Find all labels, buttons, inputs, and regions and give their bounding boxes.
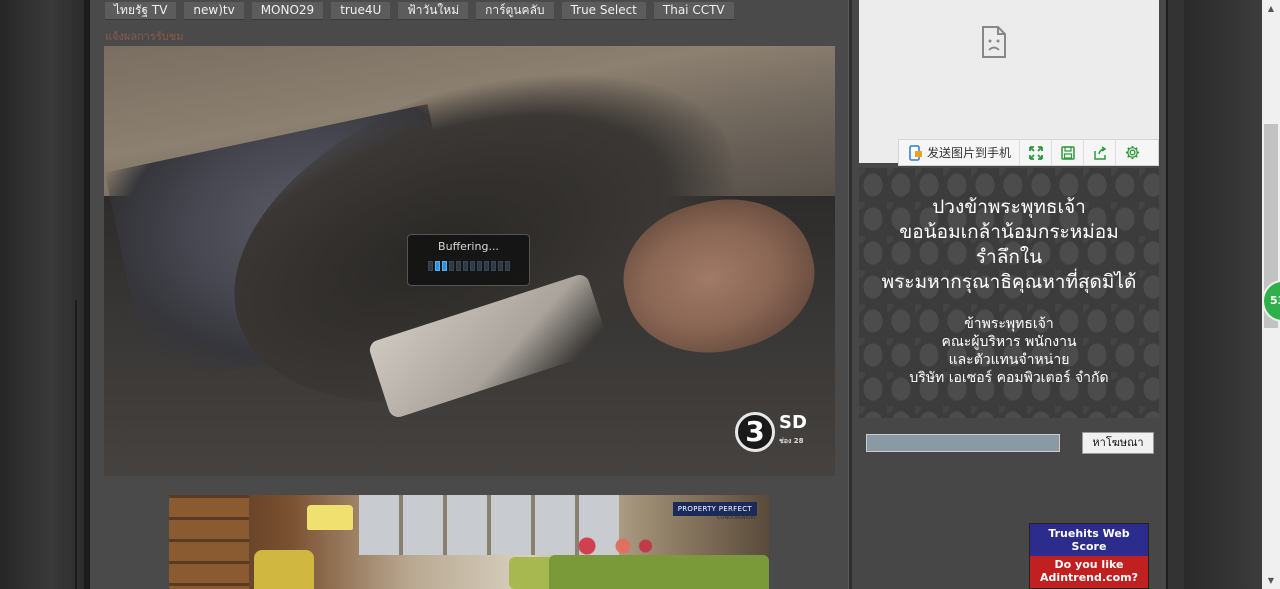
- left-divider: [75, 300, 77, 589]
- fullscreen-button[interactable]: [1020, 140, 1053, 165]
- save-icon: [1060, 145, 1075, 160]
- condolence-line: ปวงข้าพระพุทธเจ้า: [932, 196, 1086, 218]
- channel-tabs: ไทยรัฐ TV new)tv MONO29 true4U ฟ้าวันใหม…: [105, 2, 734, 20]
- condolence-line: ขอน้อมเกล้าน้อมกระหม่อม: [899, 221, 1119, 243]
- channel-sub-label: ช่อง 28: [779, 437, 804, 445]
- scroll-up-arrow-icon[interactable]: ▲: [1262, 0, 1280, 17]
- buffering-progress-bar: [408, 261, 529, 271]
- image-toolbar: 发送图片到手机: [898, 139, 1159, 166]
- main-frame-right-border: [1166, 0, 1184, 589]
- share-button[interactable]: [1084, 140, 1117, 165]
- buffer-segment: [504, 261, 510, 271]
- banner-brand-sub: CONDOMINIUM: [717, 515, 755, 521]
- ad-search-input[interactable]: [866, 434, 1060, 452]
- channel-sd-text: SD: [779, 412, 807, 433]
- property-banner-ad[interactable]: PROPERTY PERFECT CONDOMINIUM: [169, 495, 769, 589]
- buffer-segment: [441, 261, 447, 271]
- buffer-segment: [497, 261, 503, 271]
- channel-tab[interactable]: MONO29: [251, 2, 324, 20]
- condolence-sub-line: บริษัท เอเซอร์ คอมพิวเตอร์ จำกัด: [909, 370, 1109, 386]
- condolence-main-text: ปวงข้าพระพุทธเจ้า ขอน้อมเกล้าน้อมกระหม่อ…: [859, 195, 1159, 295]
- condolence-sub-text: ข้าพระพุทธเจ้า คณะผู้บริหาร พนักงาน และต…: [859, 315, 1159, 387]
- buffering-indicator: Buffering...: [407, 234, 530, 286]
- truehits-score-text: Truehits Web Score: [1030, 524, 1148, 556]
- channel-tab[interactable]: การ์ตูนคลับ: [476, 2, 554, 20]
- gear-icon: [1125, 145, 1139, 160]
- buffer-segment: [455, 261, 461, 271]
- condolence-ad: ปวงข้าพระพุทธเจ้า ขอน้อมเกล้าน้อมกระหม่อ…: [859, 168, 1159, 418]
- adintrend-text: Do you like Adintrend.com?: [1030, 556, 1148, 588]
- channel-sd-label: SD ช่อง 28: [779, 414, 807, 450]
- save-image-button[interactable]: [1052, 140, 1085, 165]
- page-right-background: [1184, 0, 1262, 589]
- report-viewing-link[interactable]: แจ้งผลการรับชม: [105, 27, 183, 45]
- scroll-down-arrow-icon[interactable]: ▼: [1262, 572, 1280, 589]
- condolence-line: พระมหากรุณาธิคุณหาที่สุดมิได้: [881, 271, 1137, 293]
- expand-icon: [1028, 145, 1043, 160]
- banner-sofa: [549, 555, 769, 589]
- condolence-sub-line: ข้าพระพุทธเจ้า: [964, 316, 1054, 332]
- channel-tab[interactable]: ฟ้าวันใหม่: [398, 2, 469, 20]
- settings-button[interactable]: [1116, 140, 1148, 165]
- banner-chair: [254, 550, 314, 589]
- buffer-segment: [462, 261, 468, 271]
- channel-3-logo: 3 SD ช่อง 28: [735, 412, 807, 452]
- channel-tab[interactable]: true4U: [331, 2, 391, 20]
- banner-brand-logo: PROPERTY PERFECT: [672, 502, 757, 516]
- phone-icon: [909, 144, 922, 161]
- channel-tab[interactable]: True Select: [561, 2, 646, 20]
- buffer-segment: [434, 261, 440, 271]
- find-ad-button[interactable]: หาโฆษณา: [1082, 432, 1154, 454]
- channel-tab[interactable]: Thai CCTV: [653, 2, 734, 20]
- page-left-background: [0, 0, 84, 589]
- share-icon: [1093, 145, 1106, 160]
- banner-shelf: [169, 495, 249, 589]
- buffering-text: Buffering...: [438, 240, 499, 253]
- buffer-segment: [483, 261, 489, 271]
- channel-number: 3: [735, 412, 775, 452]
- buffer-segment: [427, 261, 433, 271]
- buffer-segment: [469, 261, 475, 271]
- truehits-badge[interactable]: Truehits Web Score Do you like Adintrend…: [1029, 523, 1149, 589]
- buffer-segment: [448, 261, 454, 271]
- condolence-sub-line: คณะผู้บริหาร พนักงาน: [941, 334, 1077, 350]
- send-to-phone-button[interactable]: 发送图片到手机: [899, 140, 1021, 165]
- broken-document-icon: [982, 26, 1006, 58]
- condolence-sub-line: และตัวแทนจำหน่าย: [948, 352, 1070, 368]
- channel-tab[interactable]: ไทยรัฐ TV: [105, 2, 177, 20]
- banner-lamp: [307, 505, 353, 530]
- condolence-line: รำลึกใน: [975, 246, 1043, 268]
- buffer-segment: [490, 261, 496, 271]
- banner-flowers: [569, 535, 659, 557]
- send-to-phone-label: 发送图片到手机: [927, 146, 1012, 160]
- buffer-segment: [476, 261, 482, 271]
- channel-tab[interactable]: new)tv: [184, 2, 244, 20]
